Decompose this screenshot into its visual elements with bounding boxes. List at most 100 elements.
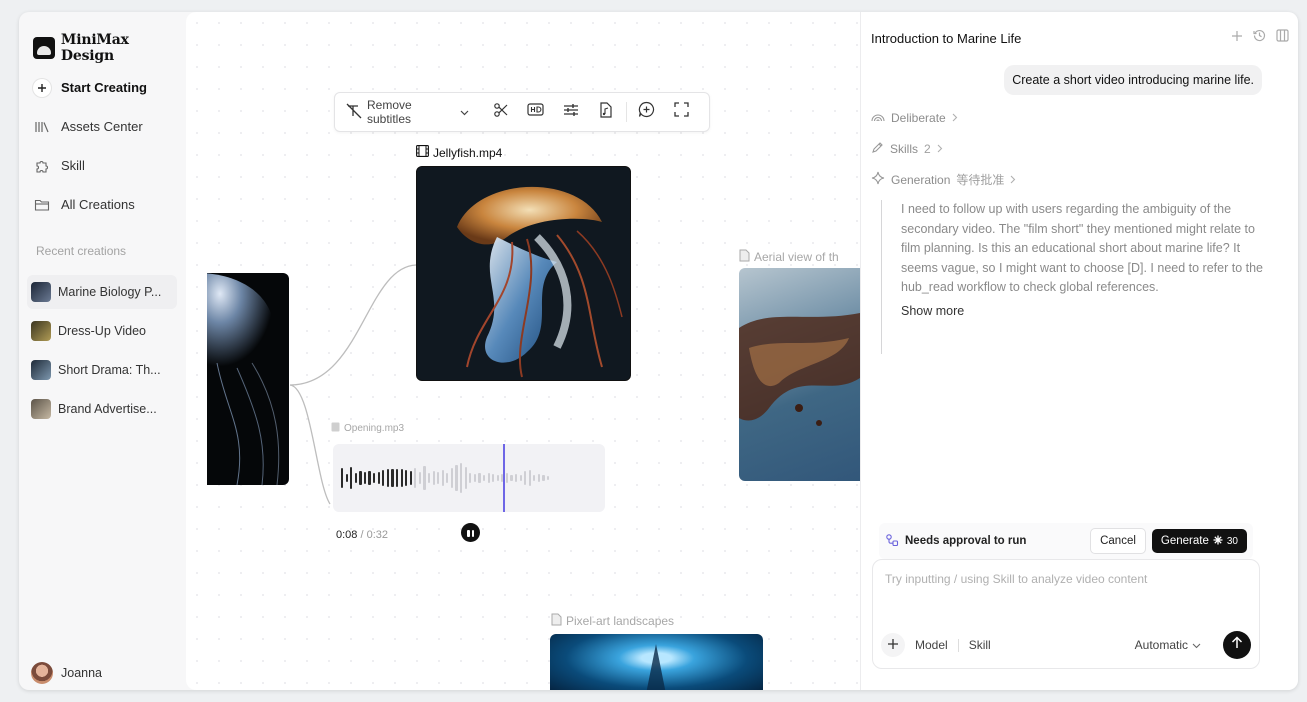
add-comment-button[interactable]	[629, 99, 664, 125]
waveform-bar	[414, 468, 417, 488]
waveform-bar	[350, 467, 353, 489]
hd-button[interactable]	[518, 99, 553, 125]
aerial-video-label: Aerial view of th	[739, 249, 839, 265]
scissors-icon	[493, 102, 509, 123]
waveform[interactable]	[333, 444, 605, 512]
waveform-bar	[386, 469, 389, 487]
waveform-bar	[354, 473, 357, 483]
jellyfish-image	[417, 167, 630, 380]
main-video-name: Jellyfish.mp4	[433, 145, 503, 160]
audio-player-card[interactable]: 0:08 / 0:32	[331, 437, 611, 547]
waveform-bar	[524, 471, 527, 485]
audio-file-button[interactable]	[589, 99, 624, 125]
nav-item-all-creations[interactable]: All Creations	[31, 185, 181, 224]
remove-subtitles-label: Remove subtitles	[367, 98, 412, 126]
adjust-button[interactable]	[553, 99, 588, 125]
puzzle-icon	[33, 157, 51, 175]
aerial-image	[739, 313, 860, 426]
remove-subtitles-button[interactable]: Remove subtitles	[345, 98, 469, 126]
waveform-bar	[400, 469, 403, 487]
playhead[interactable]	[503, 444, 505, 512]
message-input[interactable]	[885, 572, 1245, 586]
credits-icon	[1213, 535, 1223, 548]
waveform-bar	[345, 474, 348, 482]
step-label: Generation	[891, 172, 951, 187]
fullscreen-icon	[674, 102, 689, 122]
pixel-art-card[interactable]	[550, 634, 763, 690]
model-selector[interactable]: Model	[905, 638, 958, 652]
audio-file-name: Opening.mp3	[344, 423, 405, 434]
playback-time: 0:08 / 0:32	[336, 529, 388, 541]
show-more-link[interactable]: Show more	[901, 304, 1281, 318]
comment-plus-icon	[638, 101, 655, 123]
waveform-bar	[482, 475, 486, 481]
step-deliberate[interactable]: Deliberate	[871, 111, 958, 125]
sparkle-icon	[871, 171, 885, 188]
message-composer: Model Skill Automatic	[872, 559, 1260, 669]
recent-item[interactable]: Dress-Up Video	[27, 314, 177, 348]
approval-bar: Needs approval to run Cancel Generate 30	[879, 523, 1253, 559]
nav-item-start-creating[interactable]: Start Creating	[31, 68, 181, 107]
generation-status: 等待批准	[956, 173, 1005, 187]
current-time: 0:08	[336, 529, 358, 541]
panel-title: Introduction to Marine Life	[871, 30, 1022, 46]
nav-item-label: Start Creating	[61, 80, 147, 95]
add-attachment-button[interactable]	[881, 633, 905, 657]
chevron-down-icon	[1192, 638, 1201, 652]
step-generation[interactable]: Generation 等待批准	[871, 171, 1016, 188]
aerial-video-card[interactable]	[739, 268, 860, 481]
waveform-bar	[377, 472, 380, 484]
waveform-bar	[341, 468, 344, 488]
audio-file-label: Opening.mp3	[331, 422, 404, 435]
user-message-bubble: Create a short video introducing marine …	[1004, 65, 1262, 95]
signal-icon	[871, 111, 885, 125]
user-profile[interactable]: Joanna	[31, 662, 102, 684]
scissors-button[interactable]	[483, 99, 518, 125]
waveform-bar	[533, 475, 536, 481]
avatar	[31, 662, 53, 684]
folder-icon	[33, 196, 51, 214]
waveform-bar	[441, 470, 444, 486]
recent-creations-title: Recent creations	[36, 244, 127, 258]
waveform-bar	[514, 474, 518, 482]
recent-item-label: Dress-Up Video	[58, 324, 147, 338]
composer-toolbar: Model Skill Automatic	[881, 631, 1251, 659]
canvas[interactable]: Remove subtitles Jellyfish.mp4 Aerial vi…	[186, 12, 860, 690]
skill-selector[interactable]: Skill	[959, 638, 1001, 652]
cancel-button[interactable]: Cancel	[1090, 528, 1146, 554]
pause-button[interactable]	[461, 523, 480, 542]
jellyfish-left-image	[207, 273, 280, 485]
recent-item-label: Marine Biology P...	[58, 285, 162, 299]
sidebar: MiniMax Design Start Creating Assets Cen…	[19, 12, 186, 690]
recent-item[interactable]: Marine Biology P...	[27, 275, 177, 309]
new-chat-icon[interactable]	[1231, 29, 1243, 47]
fullscreen-button[interactable]	[664, 99, 699, 125]
waveform-bar	[478, 473, 481, 483]
brand[interactable]: MiniMax Design	[33, 32, 186, 64]
reasoning-block: I need to follow up with users regarding…	[881, 200, 1281, 354]
approval-info: Needs approval to run	[885, 533, 1026, 550]
waveform-bar	[395, 469, 399, 487]
nav-item-skill[interactable]: Skill	[31, 146, 181, 185]
jellyfish-left-card[interactable]	[207, 273, 289, 485]
generate-button[interactable]: Generate 30	[1151, 529, 1247, 553]
waveform-bar	[519, 475, 522, 481]
recent-item[interactable]: Brand Advertise...	[27, 392, 177, 426]
jellyfish-video-card[interactable]	[416, 166, 631, 381]
history-icon[interactable]	[1253, 29, 1266, 47]
waveform-bar	[505, 473, 508, 483]
step-skills[interactable]: Skills 2	[871, 141, 943, 157]
recent-item[interactable]: Short Drama: Th...	[27, 353, 177, 387]
nav-item-assets-center[interactable]: Assets Center	[31, 107, 181, 146]
generate-label: Generate	[1160, 535, 1209, 547]
waveform-bars	[341, 444, 550, 512]
music-note-icon	[331, 422, 340, 435]
panel-layout-icon[interactable]	[1276, 29, 1289, 47]
approval-text: Needs approval to run	[905, 535, 1027, 547]
send-button[interactable]	[1223, 631, 1251, 659]
waveform-bar	[427, 473, 431, 483]
mode-selector[interactable]: Automatic	[1135, 638, 1201, 652]
total-time: 0:32	[366, 529, 389, 541]
nav-item-label: Skill	[61, 158, 85, 173]
waveform-bar	[368, 471, 371, 485]
